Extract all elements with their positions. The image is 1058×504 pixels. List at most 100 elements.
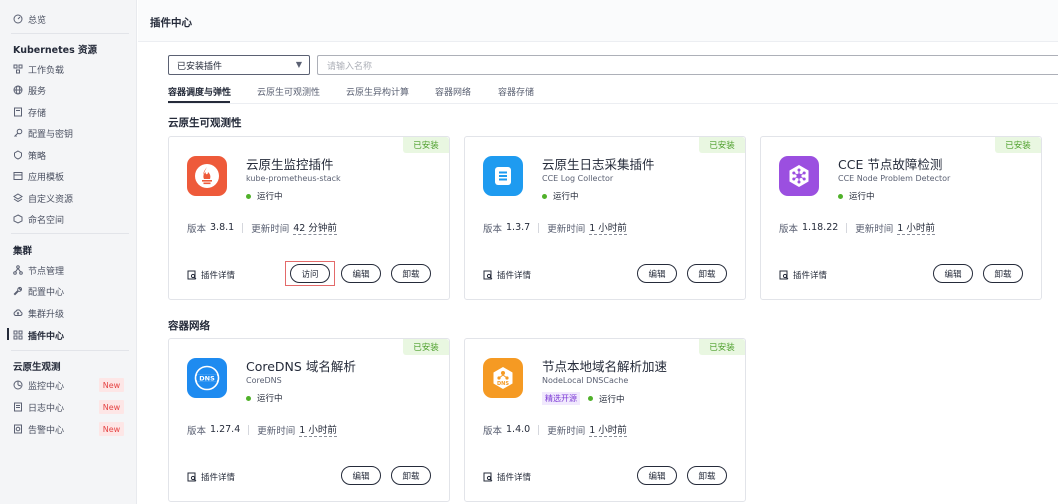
tabs-divider — [168, 103, 1058, 104]
detail-icon — [483, 472, 493, 482]
featured-open-source-tag: 精选开源 — [542, 392, 580, 405]
version-label: 版本 — [187, 223, 207, 235]
sidebar-divider — [11, 350, 129, 351]
sidebar-group-cluster: 集群 — [13, 246, 33, 257]
sidebar-item-namespaces[interactable]: 命名空间 — [13, 210, 64, 228]
plugin-id: kube-prometheus-stack — [246, 174, 341, 183]
edit-button[interactable]: 编辑 — [341, 466, 381, 485]
sidebar-item-config-center[interactable]: 配置中心 — [13, 282, 64, 300]
plugin-detail-link[interactable]: 插件详情 — [483, 471, 531, 483]
alarm-icon — [13, 424, 23, 434]
workload-icon — [13, 64, 23, 74]
plugin-id: NodeLocal DNSCache — [542, 376, 629, 385]
uninstall-button[interactable]: 卸载 — [391, 264, 431, 283]
version-value: 1.27.4 — [210, 424, 241, 435]
sidebar-item-app-templates[interactable]: 应用模板 — [13, 167, 64, 185]
plugin-status: 运行中 — [246, 190, 283, 202]
tab-heterogeneous[interactable]: 云原生异构计算 — [346, 85, 409, 98]
sidebar-item-services[interactable]: 服务 — [13, 81, 46, 99]
sidebar-item-alarms[interactable]: 告警中心 — [13, 420, 64, 438]
detail-label: 插件详情 — [497, 473, 532, 483]
sidebar-item-custom-resources[interactable]: 自定义资源 — [13, 189, 73, 207]
meta-separator — [538, 424, 540, 435]
sidebar-item-label: 日志中心 — [28, 403, 65, 414]
sidebar-item-label: 告警中心 — [28, 425, 65, 436]
updated-label: 更新时间 — [855, 223, 894, 235]
sidebar-item-workloads[interactable]: 工作负载 — [13, 60, 64, 78]
sidebar-item-overview[interactable]: 总览 — [13, 10, 46, 28]
plugin-name: CCE 节点故障检测 — [838, 157, 943, 172]
plugin-meta: 版本 1.3.7 更新时间 1 小时前 — [483, 220, 627, 235]
status-dot-icon — [542, 193, 547, 199]
log-icon — [483, 156, 523, 196]
plugin-name: 云原生监控插件 — [246, 157, 334, 172]
sidebar-item-node-management[interactable]: 节点管理 — [13, 261, 64, 279]
sidebar-item-label: 存储 — [28, 108, 47, 119]
sidebar-item-label: 监控中心 — [28, 381, 65, 392]
uninstall-button[interactable]: 卸载 — [391, 466, 431, 485]
sidebar-item-logs[interactable]: 日志中心 — [13, 398, 64, 416]
uninstall-button[interactable]: 卸载 — [687, 466, 727, 485]
search-input[interactable]: 请输入名称 — [317, 55, 1058, 75]
sidebar-item-monitoring[interactable]: 监控中心 — [13, 376, 64, 394]
edit-button[interactable]: 编辑 — [637, 466, 677, 485]
updated-value: 1 小时前 — [299, 422, 337, 437]
dns-hex-icon: DNS — [483, 358, 523, 398]
uninstall-button[interactable]: 卸载 — [983, 264, 1023, 283]
plugin-name: CoreDNS 域名解析 — [246, 359, 356, 374]
sidebar-item-policies[interactable]: 策略 — [13, 146, 46, 164]
meta-separator — [248, 424, 250, 435]
version-value: 1.3.7 — [506, 222, 531, 233]
svg-text:DNS: DNS — [199, 375, 215, 383]
version-label: 版本 — [779, 223, 799, 235]
namespace-icon — [13, 214, 23, 224]
sidebar-item-plugin-center[interactable]: 插件中心 — [13, 326, 64, 344]
active-tab-underline — [168, 101, 230, 103]
sidebar-item-label: 插件中心 — [28, 331, 65, 342]
updated-value: 1 小时前 — [897, 220, 935, 235]
new-badge: New — [99, 400, 124, 414]
wrench-icon — [13, 286, 23, 296]
globe-icon — [13, 85, 23, 95]
edit-button[interactable]: 编辑 — [933, 264, 973, 283]
plugin-detail-link[interactable]: 插件详情 — [187, 269, 235, 281]
plugin-detail-link[interactable]: 插件详情 — [779, 269, 827, 281]
tab-observability[interactable]: 云原生可观测性 — [257, 85, 320, 98]
version-label: 版本 — [483, 223, 503, 235]
sidebar-item-config-secrets[interactable]: 配置与密钥 — [13, 124, 73, 142]
installed-badge: 已安装 — [995, 137, 1041, 153]
status-label: 运行中 — [553, 192, 579, 202]
template-icon — [13, 171, 23, 181]
prometheus-icon — [187, 156, 227, 196]
edit-button[interactable]: 编辑 — [341, 264, 381, 283]
cloud-upgrade-icon — [13, 308, 23, 318]
layers-icon — [13, 193, 23, 203]
sidebar-item-cluster-upgrade[interactable]: 集群升级 — [13, 304, 64, 322]
page-header — [138, 0, 1058, 42]
plugin-detail-link[interactable]: 插件详情 — [187, 471, 235, 483]
plugin-name: 节点本地域名解析加速 — [542, 359, 668, 374]
tab-scheduling[interactable]: 容器调度与弹性 — [168, 85, 231, 98]
plugin-card: 已安装 CCE 节点故障检测 CCE Node Problem Detector… — [760, 136, 1042, 300]
storage-icon — [13, 107, 23, 117]
plugin-meta: 版本 3.8.1 更新时间 42 分钟前 — [187, 220, 337, 235]
chevron-down-icon: ▼ — [295, 60, 302, 69]
sidebar-item-storage[interactable]: 存储 — [13, 103, 46, 121]
plugin-filter-select[interactable]: 已安装插件 ▼ — [168, 55, 310, 75]
plugin-id: CCE Log Collector — [542, 174, 614, 183]
hub-icon — [779, 156, 819, 196]
updated-value: 1 小时前 — [589, 422, 627, 437]
sidebar-item-label: 节点管理 — [28, 266, 65, 277]
sidebar-item-label: 配置与密钥 — [28, 129, 74, 140]
uninstall-button[interactable]: 卸载 — [687, 264, 727, 283]
tab-storage[interactable]: 容器存储 — [498, 85, 534, 98]
plugin-detail-link[interactable]: 插件详情 — [483, 269, 531, 281]
version-value: 1.18.22 — [802, 222, 839, 233]
plugin-status: 运行中 — [542, 190, 579, 202]
tab-network[interactable]: 容器网络 — [435, 85, 471, 98]
plugin-meta: 版本 1.4.0 更新时间 1 小时前 — [483, 422, 627, 437]
dns-icon: DNS — [187, 358, 227, 398]
visit-button[interactable]: 访问 — [290, 264, 330, 283]
detail-label: 插件详情 — [793, 271, 828, 281]
edit-button[interactable]: 编辑 — [637, 264, 677, 283]
